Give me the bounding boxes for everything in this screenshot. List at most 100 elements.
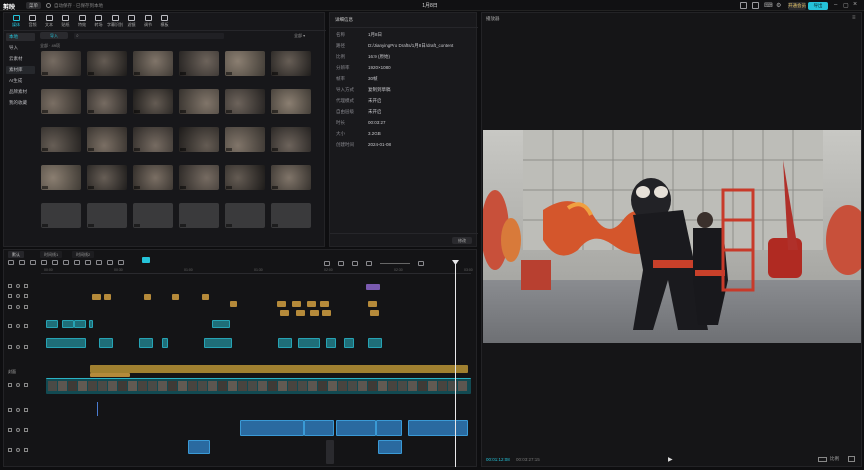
playhead[interactable] xyxy=(455,262,456,467)
project-title[interactable]: 1月8日 xyxy=(400,2,460,9)
timeline-tab[interactable]: 默认 xyxy=(8,251,24,258)
media-thumbnail[interactable] xyxy=(225,203,265,228)
text-clip[interactable] xyxy=(368,301,377,307)
settings-icon[interactable]: ⚙ xyxy=(776,2,784,10)
audio-clip[interactable] xyxy=(188,440,210,454)
text-clip[interactable] xyxy=(320,301,329,307)
maximize-icon[interactable]: ▢ xyxy=(843,2,849,9)
lock-icon[interactable] xyxy=(8,284,12,288)
close-icon[interactable]: × xyxy=(853,1,857,8)
media-thumbnail[interactable] xyxy=(133,51,173,76)
tool-adjust[interactable]: 调节 xyxy=(140,14,156,28)
eye-icon[interactable] xyxy=(16,345,20,349)
lock-icon[interactable] xyxy=(8,408,12,412)
tool-audio[interactable]: 音频 xyxy=(25,14,41,28)
menu-button[interactable]: 菜单 xyxy=(26,2,41,9)
mute-icon[interactable] xyxy=(24,305,28,309)
text-clip[interactable] xyxy=(370,310,379,316)
mute-icon[interactable] xyxy=(24,408,28,412)
media-thumbnail[interactable] xyxy=(133,203,173,228)
text-clip[interactable] xyxy=(307,301,316,307)
tool-captions[interactable]: 字幕识别 xyxy=(107,14,123,28)
video-preview[interactable] xyxy=(483,130,861,343)
overlay-clip[interactable] xyxy=(46,338,86,348)
lock-icon[interactable] xyxy=(8,345,12,349)
player-menu-icon[interactable]: ≡ xyxy=(852,15,856,21)
overlay-clip[interactable] xyxy=(368,338,382,348)
sidebar-item[interactable]: 我的收藏 xyxy=(6,99,35,107)
media-thumbnail[interactable] xyxy=(41,89,81,114)
zoom-slider[interactable] xyxy=(380,263,410,264)
media-thumbnail[interactable] xyxy=(179,127,219,152)
media-thumbnail[interactable] xyxy=(87,51,127,76)
overlay-clip[interactable] xyxy=(212,320,230,328)
layout-icon[interactable] xyxy=(740,2,747,9)
timeline-tab[interactable]: 时间线1 xyxy=(40,251,63,258)
play-icon[interactable]: ▶ xyxy=(668,456,673,463)
import-button[interactable]: 导入 xyxy=(40,32,68,39)
overlay-clip[interactable] xyxy=(344,338,354,348)
media-thumbnail[interactable] xyxy=(133,127,173,152)
sidebar-item[interactable]: 素材库 xyxy=(6,66,35,74)
tool-effects[interactable]: 特效 xyxy=(74,14,90,28)
overlay-clip[interactable] xyxy=(204,338,232,348)
text-clip[interactable] xyxy=(230,301,237,307)
mute-icon[interactable] xyxy=(24,345,28,349)
audio-clip[interactable] xyxy=(304,420,334,436)
audio-clip[interactable] xyxy=(376,420,402,436)
minimize-icon[interactable]: – xyxy=(834,2,837,8)
eye-icon[interactable] xyxy=(16,448,20,452)
audio-clip[interactable] xyxy=(408,420,468,436)
magnet-icon[interactable] xyxy=(324,261,330,266)
text-clip[interactable] xyxy=(92,294,101,300)
media-thumbnail[interactable] xyxy=(87,127,127,152)
export-button[interactable]: 导出 xyxy=(808,2,828,10)
media-thumbnail[interactable] xyxy=(271,89,311,114)
sidebar-item[interactable]: AI生成 xyxy=(6,77,35,85)
overlay-clip[interactable] xyxy=(62,320,74,328)
media-thumbnail[interactable] xyxy=(41,51,81,76)
lock-icon[interactable] xyxy=(8,305,12,309)
media-thumbnail[interactable] xyxy=(179,51,219,76)
media-thumbnail[interactable] xyxy=(179,165,219,190)
media-thumbnail[interactable] xyxy=(133,165,173,190)
mute-icon[interactable] xyxy=(24,294,28,298)
media-thumbnail[interactable] xyxy=(41,127,81,152)
media-thumbnail[interactable] xyxy=(271,165,311,190)
crop-icon[interactable] xyxy=(107,260,113,265)
eye-icon[interactable] xyxy=(16,408,20,412)
eye-icon[interactable] xyxy=(16,428,20,432)
overlay-clip[interactable] xyxy=(298,338,320,348)
sidebar-item[interactable]: 导入 xyxy=(6,44,35,52)
tool-filter[interactable]: 滤镜 xyxy=(124,14,140,28)
media-thumbnail[interactable] xyxy=(41,165,81,190)
tool-template[interactable]: 模板 xyxy=(157,14,173,28)
redo-icon[interactable] xyxy=(30,260,36,265)
eye-icon[interactable] xyxy=(16,324,20,328)
select-icon[interactable] xyxy=(8,260,14,265)
media-thumbnail[interactable] xyxy=(133,89,173,114)
mute-icon[interactable] xyxy=(24,383,28,387)
split-icon[interactable] xyxy=(41,260,47,265)
media-thumbnail[interactable] xyxy=(179,203,219,228)
fullscreen-icon[interactable] xyxy=(752,2,759,9)
text-clip[interactable] xyxy=(322,310,331,316)
overlay-clip[interactable] xyxy=(278,338,292,348)
text-clip[interactable] xyxy=(292,301,301,307)
text-clip[interactable] xyxy=(310,310,319,316)
zoom-out-icon[interactable] xyxy=(366,261,372,266)
text-clip[interactable] xyxy=(277,301,286,307)
media-thumbnail[interactable] xyxy=(41,203,81,228)
lock-icon[interactable] xyxy=(8,428,12,432)
zoom-in-icon[interactable] xyxy=(418,261,424,266)
sidebar-item[interactable]: 本地 xyxy=(6,33,35,41)
audio-clip[interactable] xyxy=(378,440,402,454)
effect-clip[interactable] xyxy=(366,284,380,290)
sidebar-item[interactable]: 品牌素材 xyxy=(6,88,35,96)
tool-sticker[interactable]: 贴纸 xyxy=(58,14,74,28)
media-thumbnail[interactable] xyxy=(87,203,127,228)
preview-axis-icon[interactable] xyxy=(352,261,358,266)
overlay-clip[interactable] xyxy=(99,338,113,348)
lock-icon[interactable] xyxy=(8,324,12,328)
media-thumbnail[interactable] xyxy=(225,51,265,76)
